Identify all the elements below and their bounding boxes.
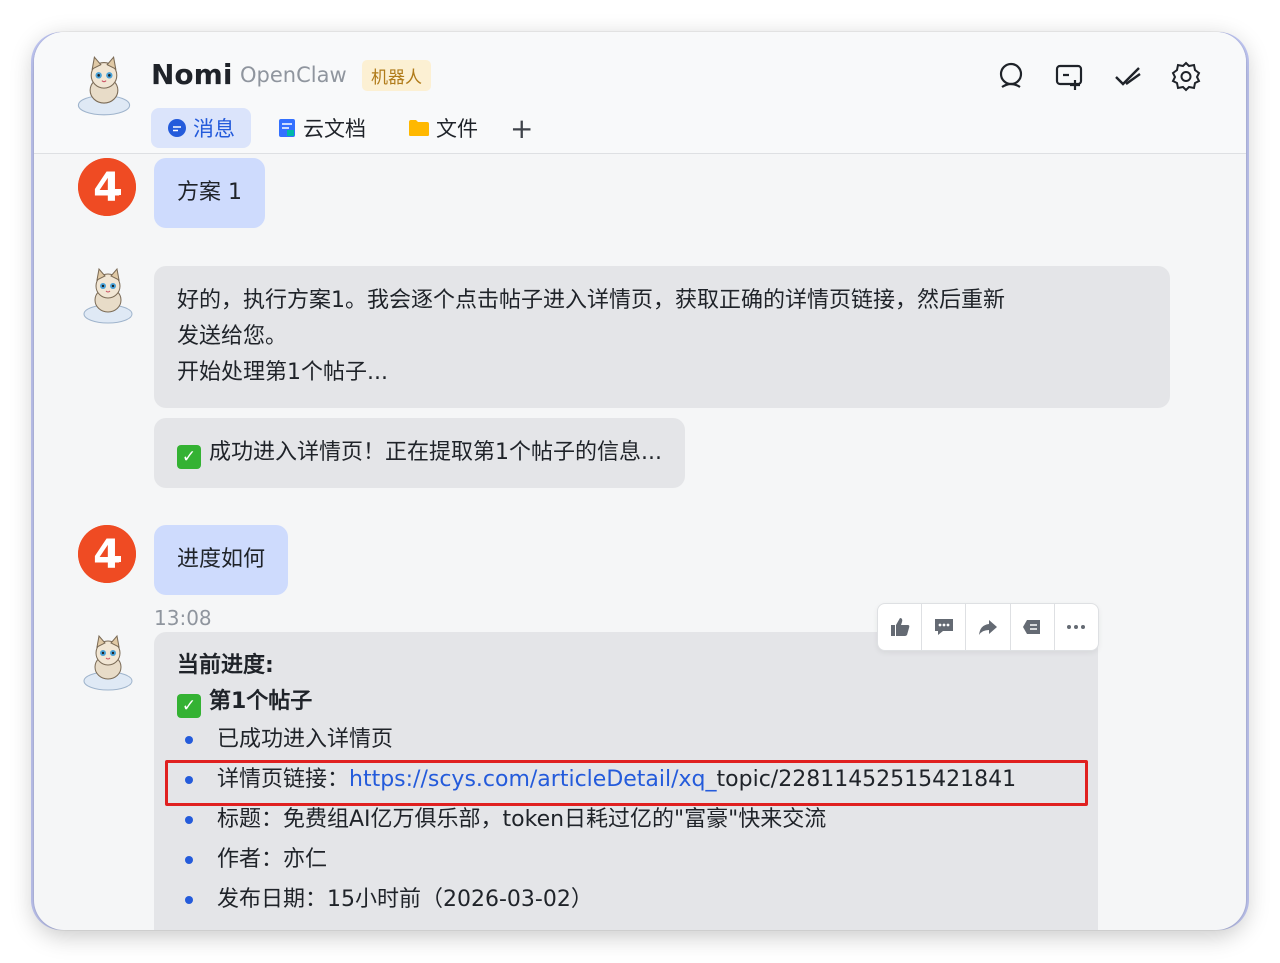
- svg-text:4: 4: [93, 165, 121, 211]
- highlight-box: [165, 760, 1088, 806]
- message-line: 发送给您。: [177, 324, 288, 349]
- message-text: 进度如何: [177, 547, 266, 572]
- bullet-icon: [185, 736, 193, 744]
- progress-heading: 当前进度:: [177, 653, 274, 678]
- tab-cloud-docs[interactable]: 云文档: [261, 108, 382, 148]
- tab-files[interactable]: 文件: [392, 108, 494, 148]
- list-item-text: 发布日期：15小时前（2026-03-02）: [217, 887, 593, 912]
- message-timestamp: 13:08: [154, 606, 212, 630]
- more-icon: [1067, 625, 1086, 629]
- message-list[interactable]: 4 方案 1 好的，执行方案1。我会逐个点击帖子进入详情页，获取正确的详情页链接…: [34, 154, 1246, 930]
- message-action-toolbar: [877, 603, 1099, 651]
- thumbs-up-icon: [890, 618, 909, 636]
- user-avatar[interactable]: 4: [78, 525, 136, 583]
- tab-files-label: 文件: [436, 117, 478, 141]
- post-heading-text: 第1个帖子: [209, 689, 313, 714]
- message-line: 好的，执行方案1。我会逐个点击帖子进入详情页，获取正确的详情页链接，然后重新: [177, 288, 1005, 313]
- folder-icon: [409, 120, 429, 136]
- chat-title: Nomi: [151, 58, 233, 91]
- bot-avatar[interactable]: [72, 54, 136, 118]
- message-text: 成功进入详情页！正在提取第1个帖子的信息...: [209, 440, 662, 465]
- post-heading: ✓ 第1个帖子: [177, 684, 1075, 720]
- search-icon[interactable]: [996, 60, 1028, 92]
- message-bubble-bot[interactable]: 好的，执行方案1。我会逐个点击帖子进入详情页，获取正确的详情页链接，然后重新 发…: [154, 266, 1170, 408]
- bot-avatar[interactable]: [78, 633, 138, 693]
- list-item: 标题：免费组AI亿万俱乐部，token日耗过亿的"富豪"快来交流: [177, 800, 1075, 840]
- chat-header: Nomi OpenClaw 机器人 消息 云文档 文件 +: [34, 32, 1246, 154]
- list-item: 作者：亦仁: [177, 840, 1075, 880]
- list-item-text: 标题：免费组AI亿万俱乐部，token日耗过亿的"富豪"快来交流: [217, 807, 827, 832]
- bullet-icon: [185, 816, 193, 824]
- settings-gear-icon[interactable]: [1170, 60, 1202, 92]
- message-bubble-user[interactable]: 进度如何: [154, 525, 289, 595]
- chat-window: Nomi OpenClaw 机器人 消息 云文档 文件 + 4 方案 1 好的，…: [34, 32, 1246, 930]
- comment-icon: [934, 619, 953, 635]
- message-line: 开始处理第1个帖子...: [177, 360, 388, 385]
- tab-messages-label: 消息: [193, 117, 235, 141]
- add-chat-icon[interactable]: [1054, 60, 1086, 92]
- plus-icon: +: [510, 111, 534, 145]
- user-avatar[interactable]: 4: [78, 158, 136, 216]
- forward-icon: [979, 620, 997, 635]
- message-bubble-user[interactable]: 方案 1: [154, 158, 265, 228]
- reply-button[interactable]: [922, 604, 967, 650]
- pin-button[interactable]: [1011, 604, 1055, 650]
- tab-messages[interactable]: 消息: [151, 108, 251, 148]
- bullet-icon: [185, 856, 193, 864]
- done-check-icon[interactable]: [1112, 60, 1144, 92]
- check-mark-icon: ✓: [177, 694, 201, 718]
- bullet-icon: [185, 896, 193, 904]
- pin-icon: [1023, 620, 1041, 634]
- more-button[interactable]: [1055, 604, 1098, 650]
- list-item: 发布日期：15小时前（2026-03-02）: [177, 880, 1075, 920]
- list-item-text: 已成功进入详情页: [217, 727, 394, 752]
- tab-cloud-docs-label: 云文档: [303, 117, 366, 141]
- list-item: 已成功进入详情页: [177, 720, 1075, 760]
- chat-bubble-icon: [168, 119, 186, 137]
- tab-bar: 消息 云文档 文件 +: [151, 108, 549, 148]
- chat-subtitle: OpenClaw: [240, 63, 347, 87]
- add-tab-button[interactable]: +: [504, 108, 539, 148]
- forward-button[interactable]: [966, 604, 1011, 650]
- bot-avatar[interactable]: [78, 266, 138, 326]
- svg-text:4: 4: [93, 532, 121, 578]
- doc-icon: [279, 119, 295, 137]
- message-bubble-bot[interactable]: ✓ 成功进入详情页！正在提取第1个帖子的信息...: [154, 418, 685, 488]
- list-item-text: 作者：亦仁: [217, 847, 328, 872]
- thumbs-up-button[interactable]: [878, 604, 923, 650]
- bot-badge: 机器人: [362, 60, 431, 91]
- check-mark-icon: ✓: [177, 445, 201, 469]
- message-text: 方案 1: [177, 180, 242, 205]
